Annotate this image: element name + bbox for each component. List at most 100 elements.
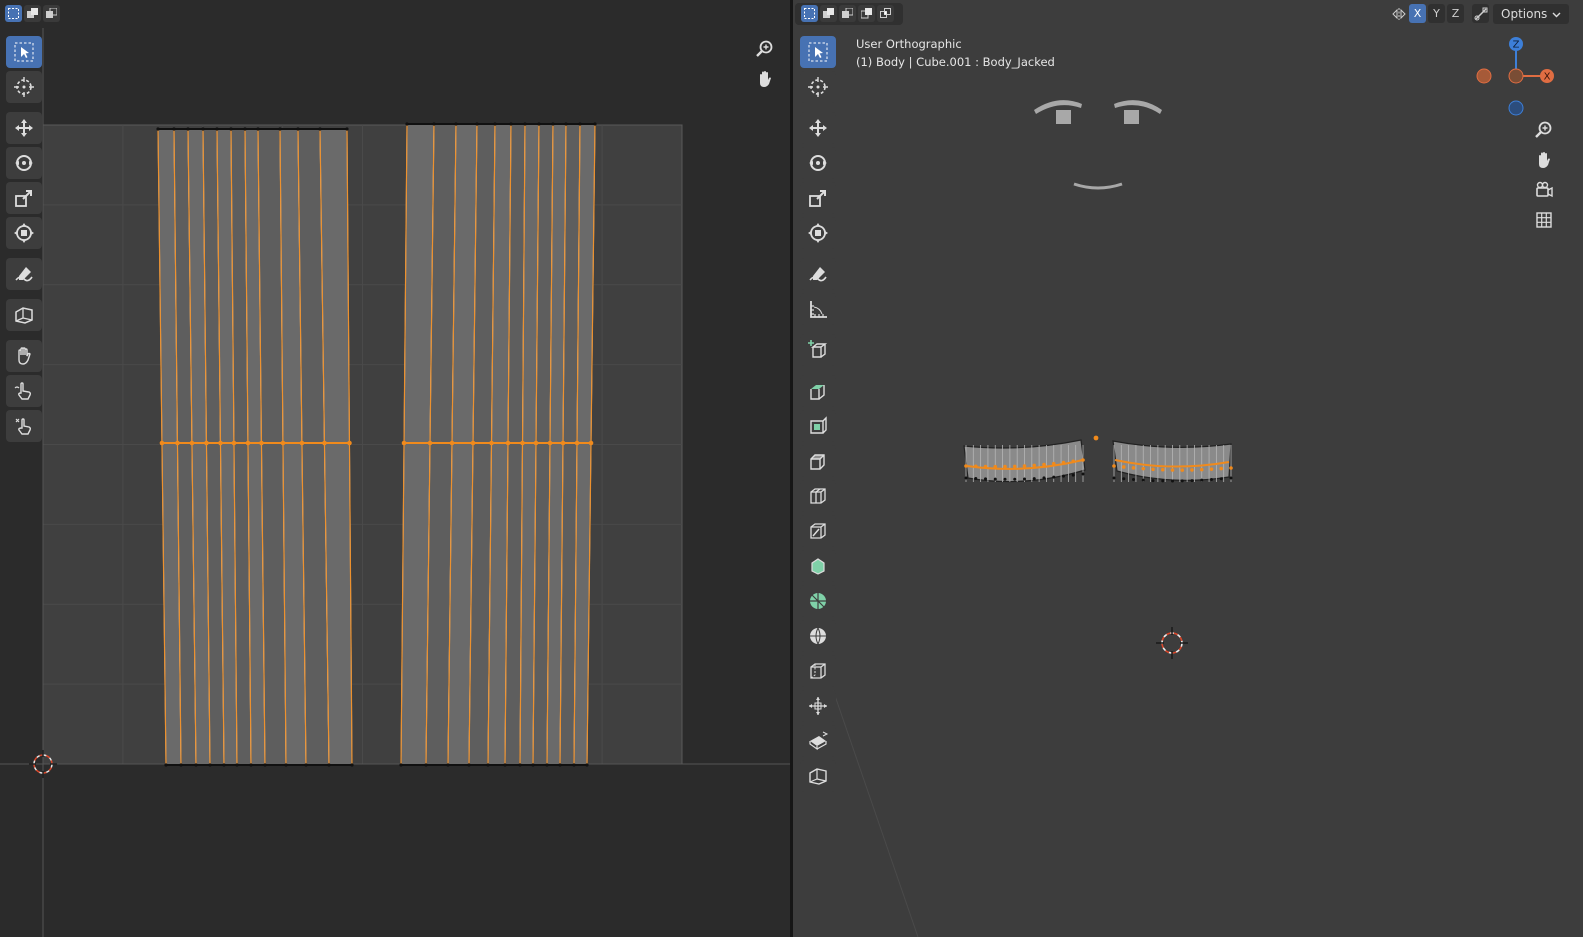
uv-vertex[interactable]: [489, 440, 494, 446]
vertex[interactable]: [1190, 479, 1194, 483]
object-origin[interactable]: [1093, 435, 1099, 441]
vertex[interactable]: [1112, 476, 1116, 480]
selected-vertex[interactable]: [1209, 467, 1214, 471]
mouth-line[interactable]: [1073, 182, 1123, 190]
grid-icon[interactable]: [1531, 207, 1557, 233]
vertex[interactable]: [1229, 476, 1233, 480]
uv-vertex[interactable]: [347, 440, 352, 446]
uv-vertex[interactable]: [208, 763, 212, 767]
measure-icon[interactable]: [800, 293, 836, 325]
uv-vertex[interactable]: [201, 127, 205, 131]
uv-vertex[interactable]: [256, 127, 260, 131]
uv-vertex[interactable]: [327, 763, 331, 767]
uv-vertex[interactable]: [551, 122, 555, 126]
uv-vertex[interactable]: [558, 763, 562, 767]
selected-vertex[interactable]: [1199, 467, 1204, 472]
vertex[interactable]: [1052, 475, 1056, 479]
selected-vertex[interactable]: [1081, 458, 1085, 462]
uv-canvas[interactable]: [0, 28, 790, 937]
uv-vertex[interactable]: [427, 440, 433, 446]
uv-vertex[interactable]: [284, 763, 288, 767]
uv-vertex[interactable]: [446, 763, 450, 767]
selected-vertex[interactable]: [1141, 466, 1146, 471]
move-icon[interactable]: [6, 112, 42, 144]
uv-vertex[interactable]: [222, 763, 226, 767]
selected-vertex[interactable]: [1219, 466, 1224, 471]
right-eye[interactable]: [1124, 110, 1139, 124]
mirror-x-toggle[interactable]: X: [1409, 4, 1426, 23]
grab-icon[interactable]: [6, 340, 42, 372]
vertex[interactable]: [1132, 478, 1135, 481]
selected-vertex[interactable]: [1003, 464, 1007, 469]
loop-cut-icon[interactable]: [800, 480, 836, 512]
uv-vertex[interactable]: [545, 763, 549, 767]
select-extend-icon[interactable]: [820, 5, 837, 22]
add-cube-icon[interactable]: [800, 334, 836, 366]
uv-vertex[interactable]: [518, 763, 522, 767]
uv-vertex[interactable]: [263, 763, 267, 767]
uv-vertex[interactable]: [564, 122, 568, 126]
pan-icon[interactable]: [1531, 147, 1557, 173]
uv-vertex[interactable]: [520, 440, 525, 446]
uv-vertex[interactable]: [243, 127, 247, 131]
uv-vertex[interactable]: [296, 127, 300, 131]
vertex[interactable]: [1151, 479, 1155, 483]
selected-vertex[interactable]: [1131, 466, 1136, 470]
mirror-y-toggle[interactable]: Y: [1428, 4, 1445, 23]
select-box-icon[interactable]: [801, 5, 818, 22]
selected-vertex[interactable]: [1012, 464, 1017, 469]
vertex[interactable]: [1141, 478, 1145, 482]
uv-vertex[interactable]: [467, 763, 471, 767]
uv-vertex[interactable]: [593, 122, 597, 126]
scale-icon[interactable]: [800, 182, 836, 214]
uv-vertex[interactable]: [159, 440, 165, 446]
uv-vertex[interactable]: [585, 763, 589, 767]
vertex[interactable]: [1062, 474, 1065, 478]
cursor-icon[interactable]: [800, 71, 836, 103]
uv-vertex[interactable]: [503, 763, 507, 767]
mirror-z-toggle[interactable]: Z: [1447, 4, 1464, 23]
uv-vertex[interactable]: [588, 440, 594, 446]
spin-icon[interactable]: [800, 585, 836, 617]
selected-vertex[interactable]: [1032, 463, 1037, 468]
select-box-icon[interactable]: [5, 5, 22, 22]
uv-vertex[interactable]: [449, 440, 455, 446]
uv-vertex[interactable]: [399, 763, 403, 767]
annotate-icon[interactable]: [800, 258, 836, 290]
vertex[interactable]: [1071, 473, 1075, 477]
uv-vertex[interactable]: [350, 763, 354, 767]
uv-vertex[interactable]: [249, 763, 253, 767]
selected-vertex[interactable]: [964, 464, 968, 468]
vertex[interactable]: [1200, 478, 1204, 482]
uv-vertex[interactable]: [345, 127, 349, 131]
selected-vertex[interactable]: [1170, 468, 1175, 472]
options-button[interactable]: Options: [1493, 4, 1570, 24]
uv-vertex[interactable]: [509, 122, 513, 126]
uv-vertex[interactable]: [533, 440, 539, 446]
uv-vertex[interactable]: [322, 440, 327, 446]
uv-vertex[interactable]: [278, 127, 282, 131]
uv-vertex[interactable]: [432, 122, 436, 126]
selected-vertex[interactable]: [1071, 459, 1076, 464]
rip-icon[interactable]: [800, 760, 836, 792]
select-extend-icon[interactable]: [24, 5, 41, 22]
selected-vertex[interactable]: [1160, 467, 1165, 472]
rip-region-icon[interactable]: [6, 299, 42, 331]
rotate-icon[interactable]: [800, 147, 836, 179]
poly-build-icon[interactable]: [800, 550, 836, 582]
uv-vertex[interactable]: [194, 763, 198, 767]
selected-vertex[interactable]: [1180, 468, 1185, 472]
uv-vertex[interactable]: [218, 440, 223, 446]
zoom-icon[interactable]: [752, 36, 778, 62]
selected-vertex[interactable]: [1051, 461, 1056, 466]
vertex[interactable]: [1210, 478, 1213, 481]
uv-vertex[interactable]: [401, 440, 407, 446]
select-subtract-icon[interactable]: [839, 5, 856, 22]
pan-icon[interactable]: [752, 66, 778, 92]
vertex[interactable]: [1081, 472, 1085, 476]
uv-vertex[interactable]: [318, 127, 322, 131]
cursor-icon[interactable]: [6, 71, 42, 103]
uv-vertex[interactable]: [578, 122, 582, 126]
uv-vertex[interactable]: [204, 440, 209, 446]
selected-vertex[interactable]: [1151, 467, 1155, 472]
